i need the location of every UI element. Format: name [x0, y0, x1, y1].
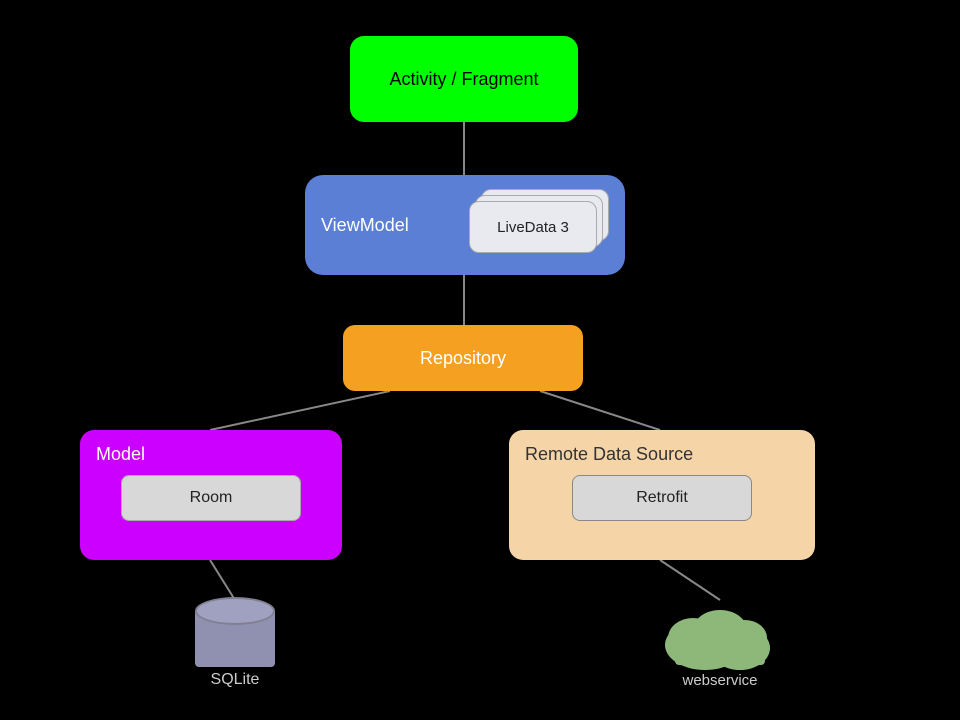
sqlite-container: SQLite — [195, 597, 275, 689]
activity-fragment-label: Activity / Fragment — [389, 69, 538, 90]
webservice-container: webservice — [655, 600, 785, 689]
remote-data-source-box: Remote Data Source Retrofit — [509, 430, 815, 560]
retrofit-card: Retrofit — [572, 475, 752, 521]
room-card: Room — [121, 475, 301, 521]
cloud-icon — [655, 600, 785, 670]
viewmodel-label: ViewModel — [321, 215, 409, 236]
livedata-card-front: LiveData 3 — [469, 201, 597, 253]
architecture-diagram: Activity / Fragment ViewModel LiveData 3… — [0, 0, 960, 720]
cylinder-top — [195, 597, 275, 625]
room-label: Room — [190, 489, 233, 507]
activity-fragment-box: Activity / Fragment — [350, 36, 578, 122]
repository-box: Repository — [343, 325, 583, 391]
model-box: Model Room — [80, 430, 342, 560]
viewmodel-box: ViewModel LiveData 3 — [305, 175, 625, 275]
webservice-label: webservice — [682, 672, 757, 689]
sqlite-label: SQLite — [211, 671, 260, 689]
livedata-label: LiveData 3 — [497, 219, 569, 236]
remote-data-source-label: Remote Data Source — [525, 444, 799, 465]
repository-label: Repository — [420, 348, 506, 369]
model-label: Model — [96, 444, 326, 465]
sqlite-cylinder — [195, 597, 275, 667]
livedata-stack: LiveData 3 — [469, 189, 609, 261]
retrofit-label: Retrofit — [636, 489, 688, 507]
